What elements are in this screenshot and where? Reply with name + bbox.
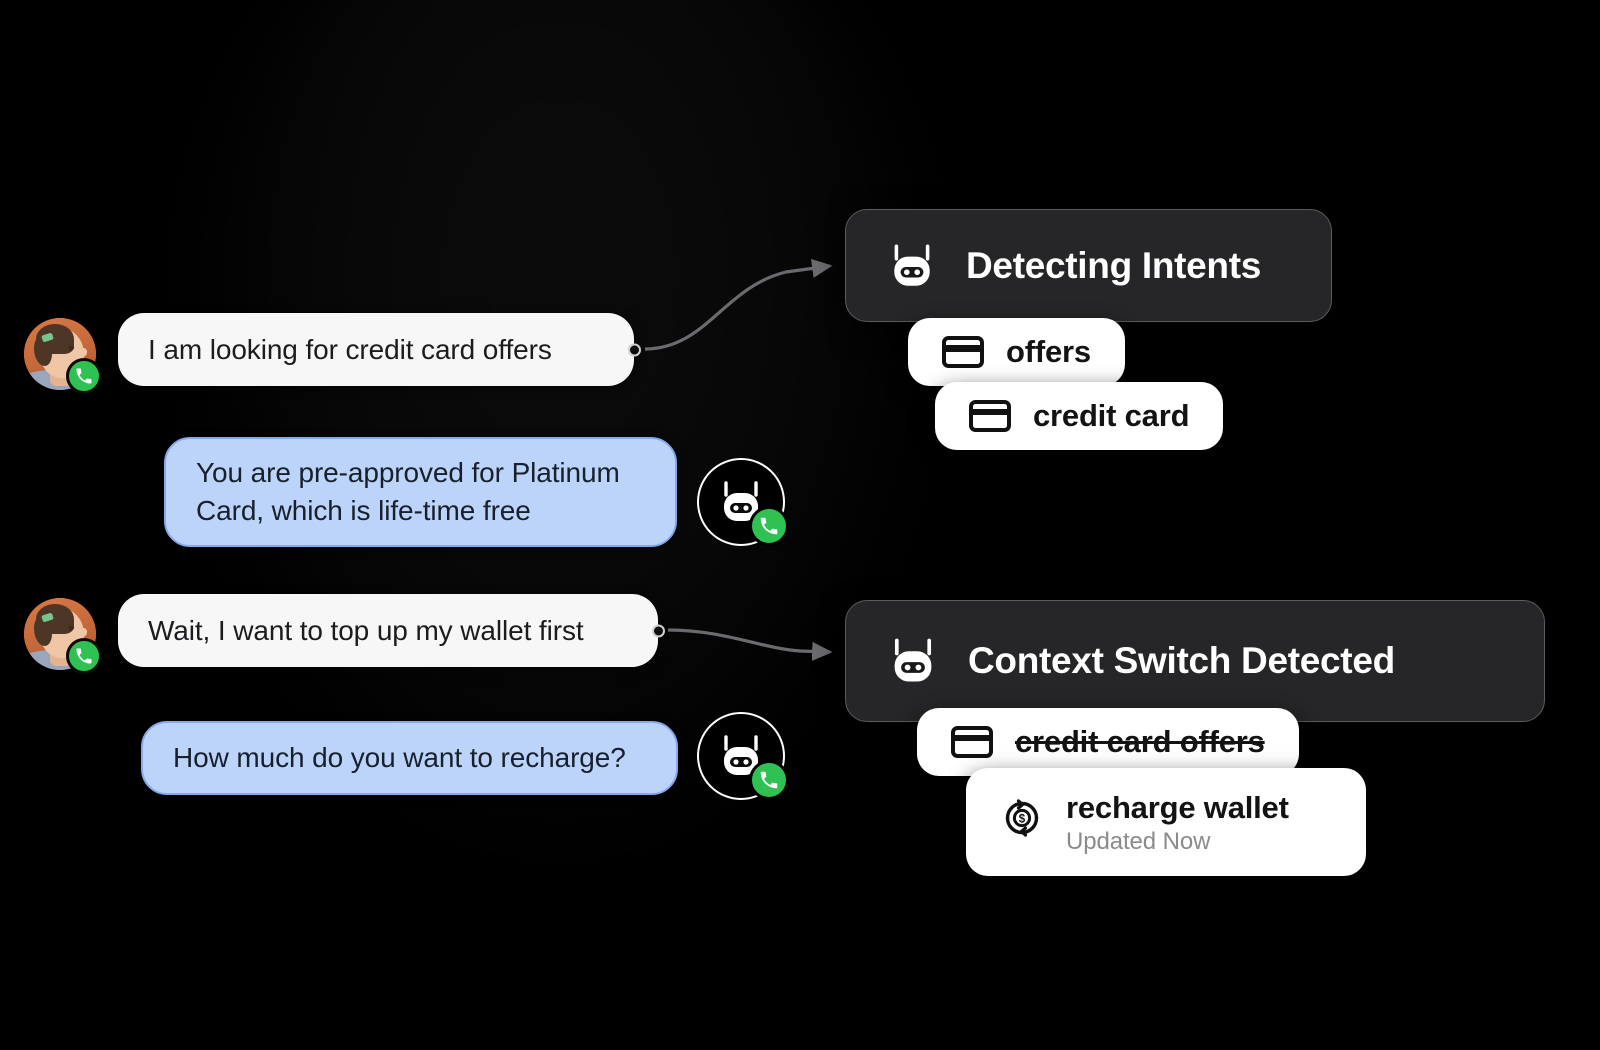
bot-avatar bbox=[697, 712, 789, 800]
intent-chip-label: offers bbox=[1006, 334, 1091, 369]
intent-chip-recharge-wallet[interactable]: $ recharge wallet Updated Now bbox=[966, 768, 1366, 876]
avatar-nose bbox=[78, 628, 87, 637]
chat-bubble-text: How much do you want to recharge? bbox=[173, 742, 626, 774]
bot-head-icon bbox=[894, 243, 930, 286]
chat-bubble-text: Wait, I want to top up my wallet first bbox=[148, 614, 584, 646]
panel-title: Context Switch Detected bbox=[968, 640, 1395, 681]
canvas-stage: I am looking for credit card offers You … bbox=[0, 0, 1600, 1050]
intent-chip-label: credit card offers bbox=[1015, 724, 1265, 759]
panel-title: Detecting Intents bbox=[966, 244, 1262, 286]
svg-text:$: $ bbox=[1019, 813, 1026, 825]
phone-call-icon bbox=[749, 760, 789, 800]
intent-chip-label: credit card bbox=[1033, 398, 1190, 433]
recharge-wallet-text-group: recharge wallet Updated Now bbox=[1066, 790, 1289, 856]
credit-card-icon bbox=[942, 336, 984, 368]
credit-card-icon bbox=[969, 400, 1011, 432]
phone-call-icon bbox=[749, 506, 789, 546]
avatar-nose bbox=[78, 348, 87, 357]
intent-chip-offers[interactable]: offers bbox=[908, 318, 1125, 386]
bot-avatar bbox=[697, 458, 789, 546]
chat-bubble-user[interactable]: I am looking for credit card offers bbox=[118, 313, 641, 386]
connector-anchor-dot[interactable] bbox=[628, 343, 641, 356]
phone-call-icon bbox=[66, 638, 102, 674]
phone-call-icon bbox=[66, 358, 102, 394]
recharge-wallet-icon: $ bbox=[1005, 799, 1039, 837]
bot-head-icon bbox=[894, 638, 932, 682]
chat-bubble-assistant[interactable]: You are pre-approved for Platinum Card, … bbox=[164, 437, 677, 547]
connector-user2-to-context-switch bbox=[667, 628, 833, 661]
intent-chip-credit-card[interactable]: credit card bbox=[935, 382, 1224, 450]
connector-user1-to-detecting-intents bbox=[644, 258, 833, 351]
intent-chip-label: recharge wallet bbox=[1066, 790, 1289, 825]
chat-bubble-text: I am looking for credit card offers bbox=[148, 333, 552, 365]
avatar bbox=[24, 598, 102, 674]
connector-anchor-dot[interactable] bbox=[652, 624, 665, 637]
avatar-eye bbox=[68, 346, 74, 350]
intent-chip-credit-card-offers[interactable]: credit card offers bbox=[917, 708, 1299, 776]
avatar bbox=[24, 318, 102, 394]
chat-bubble-text: You are pre-approved for Platinum Card, … bbox=[196, 457, 620, 526]
avatar-eye bbox=[68, 626, 74, 630]
chat-bubble-user[interactable]: Wait, I want to top up my wallet first bbox=[118, 594, 665, 667]
credit-card-icon bbox=[951, 726, 993, 758]
chat-bubble-assistant[interactable]: How much do you want to recharge? bbox=[141, 721, 678, 795]
intent-chip-subtitle: Updated Now bbox=[1066, 828, 1211, 855]
panel-context-switch-detected[interactable]: Context Switch Detected bbox=[845, 600, 1545, 722]
panel-detecting-intents[interactable]: Detecting Intents bbox=[845, 209, 1332, 322]
